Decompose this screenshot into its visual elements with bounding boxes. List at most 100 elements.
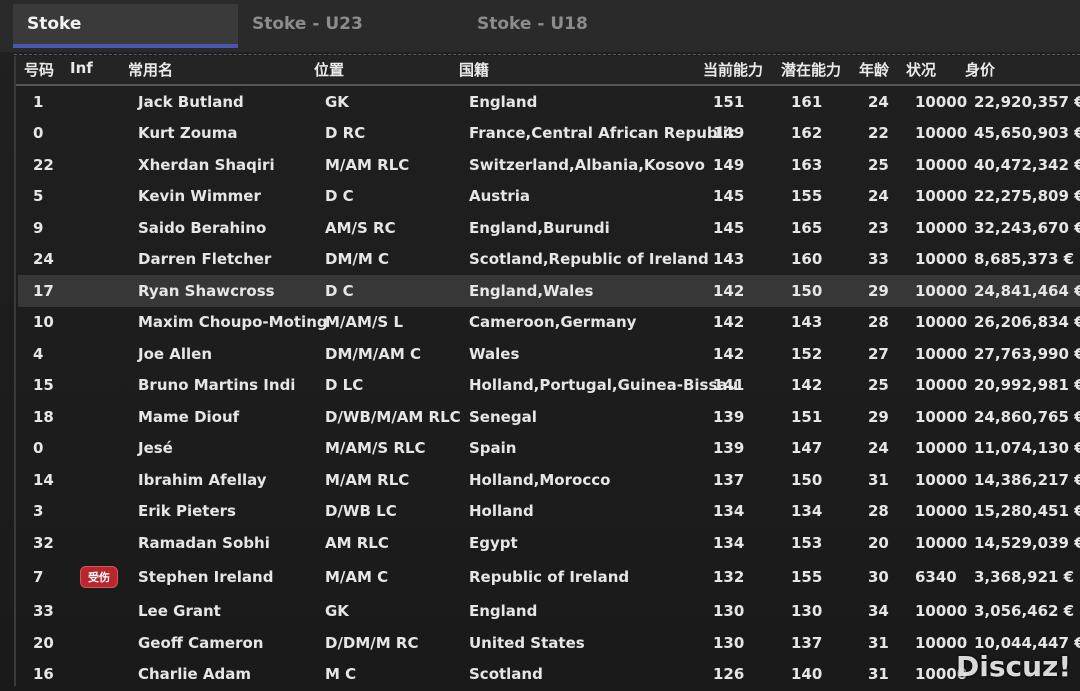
table-row[interactable]: 22 Xherdan Shaqiri M/AM RLC Switzerland,Alb… — [18, 149, 1080, 181]
watermark-logo: Discuz! — [956, 650, 1072, 683]
table-row[interactable]: 18 Mame Diouf D/WB/M/AM RLC Senegal 139 151 29… — [18, 401, 1080, 433]
player-name: Maxim Choupo-Moting — [138, 313, 328, 332]
tab-stoke[interactable]: Stoke — [13, 4, 238, 48]
player-name: Joe Allen — [138, 344, 213, 363]
player-age: 29 — [868, 281, 889, 300]
table-row[interactable]: 9 Saido Berahino AM/S RC England,Burundi 145… — [18, 212, 1080, 244]
player-age: 30 — [868, 568, 889, 586]
header-value[interactable]: 身价 — [965, 59, 995, 80]
player-age: 24 — [868, 187, 889, 206]
player-name: Erik Pieters — [138, 502, 236, 521]
player-nationality: Egypt — [469, 533, 518, 552]
player-condition: 10000 — [915, 470, 968, 489]
player-current-ability: 134 — [713, 502, 745, 521]
player-potential-ability: 155 — [791, 568, 823, 586]
player-current-ability: 139 — [713, 407, 745, 426]
table-row[interactable]: 7 受伤 Stephen Ireland M/AM C Republic of Irel… — [18, 559, 1080, 596]
player-position: D/WB/M/AM RLC — [325, 407, 461, 426]
player-name: Ryan Shawcross — [138, 281, 275, 300]
player-potential-ability: 160 — [791, 250, 823, 269]
player-nationality: Senegal — [469, 407, 537, 426]
header-potential-ability[interactable]: 潜在能力 — [781, 59, 841, 80]
player-age: 20 — [868, 533, 889, 552]
table-row[interactable]: 24 Darren Fletcher DM/M C Scotland,Republic… — [18, 244, 1080, 276]
player-potential-ability: 165 — [791, 218, 823, 237]
player-position: GK — [325, 92, 349, 111]
player-age: 28 — [868, 313, 889, 332]
player-number: 10 — [33, 313, 54, 332]
table-row[interactable]: 0 Jesé M/AM/S RLC Spain 139 147 24 10000 11,074,… — [18, 433, 1080, 465]
player-potential-ability: 155 — [791, 187, 823, 206]
team-tab-bar: Stoke Stoke - U23 Stoke - U18 — [0, 0, 1080, 52]
player-value: 14,386,217 € — [974, 470, 1080, 489]
player-condition: 10000 — [915, 92, 968, 111]
header-name[interactable]: 常用名 — [128, 59, 173, 80]
player-nationality: Switzerland,Albania,Kosovo — [469, 155, 705, 174]
header-position[interactable]: 位置 — [314, 59, 344, 80]
table-row[interactable]: 1 Jack Butland GK England 151 161 24 10000 22,92… — [18, 86, 1080, 118]
table-row[interactable]: 10 Maxim Choupo-Moting M/AM/S L Cameroon,Ge… — [18, 307, 1080, 339]
player-nationality: England,Wales — [469, 281, 594, 300]
tab-stoke-u18[interactable]: Stoke - U18 — [463, 4, 688, 48]
header-nationality[interactable]: 国籍 — [459, 59, 489, 80]
player-name: Stephen Ireland — [138, 568, 274, 586]
table-row[interactable]: 4 Joe Allen DM/M/AM C Wales 142 152 27 10000 27,… — [18, 338, 1080, 370]
table-row[interactable]: 16 Charlie Adam M C Scotland 126 140 31 10000 — [18, 659, 1080, 691]
player-number: 24 — [33, 250, 54, 269]
player-position: M/AM/S L — [325, 313, 404, 332]
player-potential-ability: 150 — [791, 281, 823, 300]
player-position: GK — [325, 602, 349, 621]
player-potential-ability: 161 — [791, 92, 823, 111]
header-number[interactable]: 号码 — [24, 59, 54, 80]
player-name: Kurt Zouma — [138, 124, 238, 143]
player-current-ability: 139 — [713, 439, 745, 458]
player-age: 33 — [868, 250, 889, 269]
player-current-ability: 145 — [713, 187, 745, 206]
table-row[interactable]: 3 Erik Pieters D/WB LC Holland 134 134 28 10000… — [18, 496, 1080, 528]
player-value: 15,280,451 € — [974, 502, 1080, 521]
player-name: Mame Diouf — [138, 407, 240, 426]
player-position: D C — [325, 281, 354, 300]
player-number: 7 — [33, 568, 44, 586]
header-current-ability[interactable]: 当前能力 — [703, 59, 763, 80]
table-row[interactable]: 17 Ryan Shawcross D C England,Wales 142 150 29… — [18, 275, 1080, 307]
player-age: 29 — [868, 407, 889, 426]
player-potential-ability: 147 — [791, 439, 823, 458]
player-name: Jesé — [138, 439, 173, 458]
player-age: 22 — [868, 124, 889, 143]
player-number: 0 — [33, 124, 44, 143]
player-condition: 10000 — [915, 155, 968, 174]
player-status-cell: 受伤 — [80, 566, 118, 588]
player-age: 31 — [868, 470, 889, 489]
player-potential-ability: 143 — [791, 313, 823, 332]
header-condition[interactable]: 状况 — [906, 59, 936, 80]
player-position: D/DM/M RC — [325, 633, 419, 652]
player-condition: 10000 — [915, 602, 968, 621]
player-potential-ability: 151 — [791, 407, 823, 426]
player-name: Charlie Adam — [138, 665, 251, 684]
player-nationality: United States — [469, 633, 585, 652]
table-row[interactable]: 20 Geoff Cameron D/DM/M RC United States 130… — [18, 627, 1080, 659]
header-inf[interactable]: Inf — [70, 59, 93, 77]
table-row[interactable]: 15 Bruno Martins Indi D LC Holland,Portugal… — [18, 370, 1080, 402]
player-nationality: Republic of Ireland — [469, 568, 630, 586]
table-row[interactable]: 5 Kevin Wimmer D C Austria 145 155 24 10000 22,2… — [18, 181, 1080, 213]
player-number: 20 — [33, 633, 54, 652]
player-age: 25 — [868, 155, 889, 174]
table-row[interactable]: 32 Ramadan Sobhi AM RLC Egypt 134 153 20 10000 1… — [18, 527, 1080, 559]
player-current-ability: 142 — [713, 313, 745, 332]
table-row[interactable]: 0 Kurt Zouma D RC France,Central African Re… — [18, 118, 1080, 150]
header-age[interactable]: 年龄 — [859, 59, 889, 80]
squad-view: Stoke Stoke - U23 Stoke - U18 号码 Inf 常用名… — [0, 0, 1080, 691]
player-name: Bruno Martins Indi — [138, 376, 296, 395]
player-current-ability: 132 — [713, 568, 745, 586]
table-row[interactable]: 14 Ibrahim Afellay M/AM RLC Holland,Morocco… — [18, 464, 1080, 496]
player-age: 24 — [868, 439, 889, 458]
player-current-ability: 141 — [713, 376, 745, 395]
table-row[interactable]: 33 Lee Grant GK England 130 130 34 10000 3,056,4… — [18, 596, 1080, 628]
tab-stoke-u23[interactable]: Stoke - U23 — [238, 4, 463, 48]
player-position: D LC — [325, 376, 364, 395]
player-position: D RC — [325, 124, 366, 143]
player-nationality: England — [469, 92, 538, 111]
player-current-ability: 137 — [713, 470, 745, 489]
